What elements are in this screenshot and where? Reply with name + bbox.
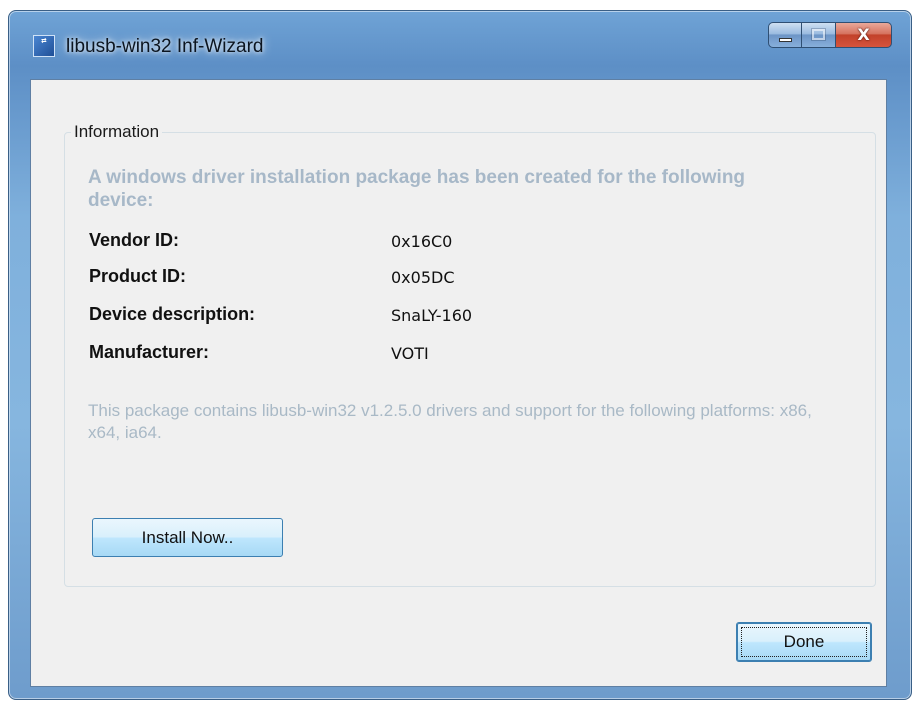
minimize-icon	[779, 38, 792, 42]
device-description-label: Device description:	[89, 304, 256, 324]
manufacturer-value: VOTI	[391, 344, 429, 363]
maximize-button[interactable]	[802, 22, 836, 48]
platform-note: This package contains libusb-win32 v1.2.…	[88, 401, 812, 442]
title-bar[interactable]: ⇄ libusb-win32 Inf-Wizard X	[9, 11, 911, 81]
install-now-button[interactable]: Install Now..	[92, 518, 283, 557]
product-id-value: 0x05DC	[391, 268, 455, 287]
window-title: libusb-win32 Inf-Wizard	[66, 36, 264, 57]
minimize-button[interactable]	[768, 22, 802, 48]
vendor-id-label: Vendor ID:	[89, 230, 180, 250]
manufacturer-label: Manufacturer:	[89, 342, 210, 362]
product-id-label: Product ID:	[89, 266, 186, 286]
groupbox-title: Information	[71, 121, 163, 143]
wizard-window: ⇄ libusb-win32 Inf-Wizard X Information …	[8, 10, 912, 700]
done-button[interactable]: Done	[736, 622, 872, 662]
maximize-icon	[811, 28, 826, 41]
vendor-id-value: 0x16C0	[391, 232, 453, 251]
caption-buttons: X	[768, 22, 892, 48]
status-heading: A windows driver installation package ha…	[88, 167, 746, 211]
done-button-label: Done	[783, 632, 825, 651]
client-area: Information A windows driver installatio…	[30, 79, 887, 687]
close-button[interactable]: X	[836, 22, 892, 48]
close-icon: X	[857, 25, 870, 44]
device-description-value: SnaLY-160	[391, 306, 473, 325]
usb-app-icon[interactable]: ⇄	[33, 35, 55, 57]
